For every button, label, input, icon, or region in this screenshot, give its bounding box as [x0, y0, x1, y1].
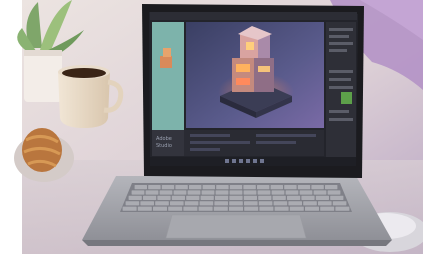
taskbar-search-icon[interactable] [232, 159, 236, 163]
keyboard-key [332, 201, 347, 206]
keyboard-key [257, 185, 270, 190]
keyboard-key [285, 190, 299, 195]
taskbar-app-icon[interactable] [239, 159, 243, 163]
keyboard-key [325, 185, 338, 190]
keyboard-key [305, 206, 319, 211]
keyboard-key [170, 201, 184, 206]
keyboard-key [272, 195, 286, 200]
keyboard-key [157, 195, 171, 200]
taskbar-start-icon[interactable] [225, 159, 229, 163]
keyboard-key [128, 195, 142, 200]
keyboard-key [297, 185, 311, 190]
keyboard-key [186, 195, 200, 200]
keyboard-key [173, 190, 187, 195]
keyboard-key [175, 185, 188, 190]
keyboard-key [271, 190, 285, 195]
keyboard-key [259, 206, 274, 211]
keyboard-key [201, 190, 215, 195]
keyboard-key [288, 201, 302, 206]
keyboard-key [318, 201, 332, 206]
keyboard-key [161, 185, 175, 190]
green-swatch[interactable] [341, 92, 352, 104]
keyboard-key [243, 190, 257, 195]
keyboard-key [330, 195, 344, 200]
product-photo: Adobe Studio [0, 0, 423, 254]
keyboard-key [200, 195, 214, 200]
keyboard-key [184, 201, 199, 206]
app-label-line1: Adobe [156, 136, 172, 142]
keyboard-key [143, 195, 157, 200]
keyboard-key [303, 201, 317, 206]
keyboard-key [258, 195, 272, 200]
keyboard-key [301, 195, 315, 200]
keyboard-key [299, 190, 313, 195]
keyboard-key [213, 206, 228, 211]
keyboard-key [335, 206, 350, 211]
keyboard-key [171, 195, 185, 200]
keyboard-key [215, 195, 229, 200]
keyboard-key [215, 190, 229, 195]
keyboard-key [198, 206, 213, 211]
app-menu-bar [150, 12, 357, 20]
keyboard-key [199, 201, 214, 206]
keyboard-key [183, 206, 198, 211]
keyboard-key [320, 206, 335, 211]
photo-canvas: Adobe Studio [0, 0, 423, 254]
keyboard-key [273, 201, 288, 206]
keyboard-key [145, 190, 159, 195]
keyboard-key [327, 190, 341, 195]
screen-display: Adobe Studio [149, 12, 358, 166]
keyboard-key [270, 185, 283, 190]
keyboard-key [229, 195, 243, 200]
keyboard-key [159, 190, 173, 195]
keyboard-key [153, 206, 167, 211]
keyboard-key [122, 206, 137, 211]
keyboard-key [229, 190, 243, 195]
keyboard-key [244, 201, 258, 206]
keyboard-key [216, 185, 229, 190]
taskbar-app-icon[interactable] [246, 159, 250, 163]
keyboard-key [315, 195, 329, 200]
keyboard-key [229, 201, 243, 206]
keyboard-key [287, 195, 301, 200]
keyboard-key [274, 206, 289, 211]
keyboard-key [313, 190, 327, 195]
keyboard-key [168, 206, 183, 211]
keyboard-key [243, 195, 257, 200]
keyboard-key [189, 185, 202, 190]
keyboard-key [125, 201, 140, 206]
keyboard-key [229, 206, 243, 211]
keyboard-key [258, 201, 273, 206]
keyboard-key [289, 206, 304, 211]
taskbar-app-icon[interactable] [253, 159, 257, 163]
taskbar-app-icon[interactable] [260, 159, 264, 163]
keyboard-key [155, 201, 169, 206]
keyboard-key [214, 201, 228, 206]
app-label-line2: Studio [156, 143, 172, 149]
keyboard-key [229, 185, 243, 190]
keyboard-key [257, 190, 271, 195]
left-thumbnail-panel [152, 22, 184, 130]
keyboard-key [131, 190, 145, 195]
keyboard-key [311, 185, 324, 190]
trackpad [165, 214, 307, 239]
keyboard-key [243, 185, 256, 190]
keyboard-key [137, 206, 152, 211]
keyboard-key [284, 185, 297, 190]
keyboard-key [148, 185, 161, 190]
keyboard-key [187, 190, 201, 195]
keyboard-key [202, 185, 215, 190]
keyboard-key [140, 201, 154, 206]
keyboard-key [244, 206, 259, 211]
keyboard-key [134, 185, 147, 190]
